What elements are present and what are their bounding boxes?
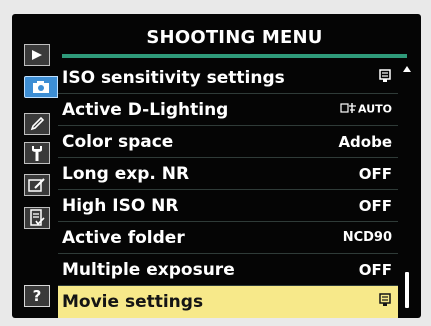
retouch-brush-icon	[28, 177, 46, 193]
menu-item-active-folder[interactable]: Active folder NCD90	[58, 222, 398, 254]
menu-scrollbar[interactable]	[403, 66, 411, 310]
recent-settings-icon	[29, 209, 45, 227]
camera-lcd-screen: ? SHOOTING MENU ISO sensitivity settings…	[12, 14, 421, 318]
menu-item-value: OFF	[358, 164, 392, 183]
my-menu-tab[interactable]	[24, 207, 50, 229]
wrench-icon	[29, 144, 45, 162]
menu-page-icon	[378, 69, 392, 87]
camera-icon	[32, 80, 50, 94]
menu-item-value: OFF	[358, 196, 392, 215]
menu-item-color-space[interactable]: Color space Adobe	[58, 126, 398, 158]
menu-item-long-exp-nr[interactable]: Long exp. NR OFF	[58, 158, 398, 190]
d-lighting-value: AUTO	[358, 102, 392, 116]
menu-item-label: High ISO NR	[62, 195, 179, 216]
menu-item-label: ISO sensitivity settings	[62, 67, 285, 88]
pencil-icon	[29, 116, 45, 132]
menu-item-label: Active D-Lighting	[62, 99, 229, 120]
setup-tab[interactable]	[24, 142, 50, 164]
menu-page-icon	[378, 293, 392, 311]
menu-item-movie-settings[interactable]: Movie settings	[58, 286, 398, 318]
menu-item-value: Adobe	[338, 132, 392, 151]
help-label: ?	[32, 287, 42, 305]
menu-item-active-d-lighting[interactable]: Active D-Lighting AUTO	[58, 94, 398, 126]
d-lighting-icon	[340, 102, 358, 117]
menu-item-iso-sensitivity-settings[interactable]: ISO sensitivity settings	[58, 62, 398, 94]
playback-tab[interactable]	[24, 44, 50, 66]
play-icon	[30, 49, 44, 61]
menu-item-value	[334, 293, 398, 312]
menu-item-value: AUTO	[334, 102, 398, 117]
retouch-tab[interactable]	[24, 174, 50, 196]
menu-item-label: Multiple exposure	[62, 259, 235, 280]
menu-item-label: Long exp. NR	[62, 163, 190, 184]
title-divider	[62, 54, 407, 58]
menu-item-label: Active folder	[62, 227, 185, 248]
menu-item-value: OFF	[358, 260, 392, 279]
menu-item-multiple-exposure[interactable]: Multiple exposure OFF	[58, 254, 398, 286]
shooting-tab[interactable]	[24, 76, 58, 98]
menu-item-label: Color space	[62, 131, 174, 152]
menu-item-value	[334, 68, 398, 87]
menu-item-label: Movie settings	[62, 292, 204, 312]
custom-settings-tab[interactable]	[24, 113, 50, 135]
help-tab[interactable]: ?	[24, 285, 50, 307]
menu-list: ISO sensitivity settings Active D-Lighti…	[58, 62, 398, 318]
menu-item-value: NCD90	[342, 230, 392, 245]
menu-title: SHOOTING MENU	[146, 26, 323, 48]
menu-item-high-iso-nr[interactable]: High ISO NR OFF	[58, 190, 398, 222]
scroll-thumb[interactable]	[405, 272, 409, 308]
scroll-up-arrow-icon	[403, 66, 411, 72]
menu-tabs: ?	[20, 22, 62, 312]
